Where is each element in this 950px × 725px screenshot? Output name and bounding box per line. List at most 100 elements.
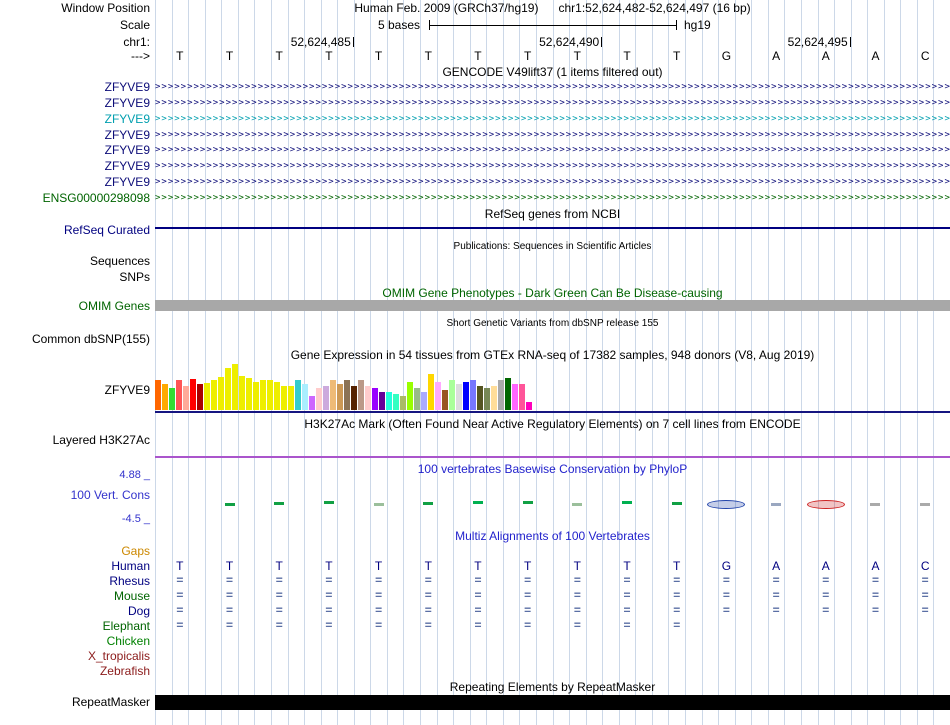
h3k27ac-track-label[interactable]: Layered H3K27Ac xyxy=(0,434,150,447)
omim-genes-label[interactable]: OMIM Genes xyxy=(0,300,150,313)
gene-model[interactable]: >>>>>>>>>>>>>>>>>>>>>>>>>>>>>>>>>>>>>>>>… xyxy=(155,160,950,173)
gtex-expression-bar[interactable] xyxy=(232,364,238,410)
species-label-zebrafish[interactable]: Zebrafish xyxy=(0,664,150,678)
gene-model[interactable]: >>>>>>>>>>>>>>>>>>>>>>>>>>>>>>>>>>>>>>>>… xyxy=(155,129,950,142)
species-label-gaps[interactable]: Gaps xyxy=(0,544,150,558)
gene-model[interactable]: >>>>>>>>>>>>>>>>>>>>>>>>>>>>>>>>>>>>>>>>… xyxy=(155,97,950,110)
species-label-chicken[interactable]: Chicken xyxy=(0,634,150,648)
alignment-gap-mark: = xyxy=(424,572,432,587)
gtex-expression-bar[interactable] xyxy=(435,382,441,410)
omim-track-title: OMIM Gene Phenotypes - Dark Green Can Be… xyxy=(382,286,723,300)
gtex-expression-bar[interactable] xyxy=(386,392,392,410)
refseq-curated-label[interactable]: RefSeq Curated xyxy=(0,224,150,237)
gtex-expression-bar[interactable] xyxy=(442,390,448,410)
gene-label[interactable]: ZFYVE9 xyxy=(0,160,150,173)
species-label-x-tropicalis[interactable]: X_tropicalis xyxy=(0,649,150,663)
gene-model[interactable]: >>>>>>>>>>>>>>>>>>>>>>>>>>>>>>>>>>>>>>>>… xyxy=(155,176,950,189)
gtex-expression-bar[interactable] xyxy=(505,378,511,410)
gtex-expression-bar[interactable] xyxy=(190,379,196,410)
gtex-expression-bar[interactable] xyxy=(449,380,455,410)
alignment-gap-mark: = xyxy=(226,587,234,602)
gtex-expression-bar[interactable] xyxy=(281,386,287,410)
gtex-expression-bar[interactable] xyxy=(470,380,476,410)
gtex-expression-bar[interactable] xyxy=(309,396,315,410)
gtex-expression-bar[interactable] xyxy=(211,380,217,410)
gene-label[interactable]: ENSG00000298098 xyxy=(0,192,150,205)
gene-label[interactable]: ZFYVE9 xyxy=(0,144,150,157)
gtex-expression-bar[interactable] xyxy=(498,380,504,410)
gtex-expression-bar[interactable] xyxy=(358,380,364,410)
gtex-expression-bar[interactable] xyxy=(225,368,231,410)
gtex-expression-bar[interactable] xyxy=(162,384,168,410)
gtex-expression-bar[interactable] xyxy=(295,380,301,410)
species-label-human[interactable]: Human xyxy=(0,559,150,573)
gtex-expression-bar[interactable] xyxy=(260,380,266,410)
alignment-gap-mark: = xyxy=(375,587,383,602)
gtex-expression-bar[interactable] xyxy=(323,386,329,410)
gtex-expression-bar[interactable] xyxy=(372,388,378,410)
gtex-expression-bar[interactable] xyxy=(477,386,483,410)
gtex-expression-bar[interactable] xyxy=(204,383,210,410)
conservation-track-label[interactable]: 100 Vert. Cons xyxy=(0,489,150,502)
gtex-gene-label[interactable]: ZFYVE9 xyxy=(0,384,150,397)
h3k27ac-signal[interactable] xyxy=(155,456,950,458)
gtex-expression-bar[interactable] xyxy=(218,377,224,410)
gtex-expression-bar[interactable] xyxy=(428,374,434,410)
species-label-rhesus[interactable]: Rhesus xyxy=(0,574,150,588)
gtex-expression-bar[interactable] xyxy=(267,380,273,410)
gtex-expression-bar[interactable] xyxy=(183,386,189,410)
gtex-expression-bar[interactable] xyxy=(302,384,308,410)
gtex-expression-bar[interactable] xyxy=(519,384,525,410)
gene-label[interactable]: ZFYVE9 xyxy=(0,96,150,110)
gtex-expression-bar[interactable] xyxy=(316,388,322,410)
gtex-expression-bar[interactable] xyxy=(344,380,350,410)
gtex-expression-bar[interactable] xyxy=(288,386,294,410)
gtex-expression-bar[interactable] xyxy=(330,380,336,410)
refseq-curated-item[interactable] xyxy=(155,227,950,229)
omim-gene-item[interactable] xyxy=(155,300,950,311)
repeatmasker-label[interactable]: RepeatMasker xyxy=(0,696,150,709)
gene-model[interactable]: >>>>>>>>>>>>>>>>>>>>>>>>>>>>>>>>>>>>>>>>… xyxy=(155,192,950,205)
gtex-expression-bar[interactable] xyxy=(512,384,518,410)
gene-model[interactable]: >>>>>>>>>>>>>>>>>>>>>>>>>>>>>>>>>>>>>>>>… xyxy=(155,113,950,126)
gtex-expression-bar[interactable] xyxy=(274,382,280,410)
gene-label[interactable]: ZFYVE9 xyxy=(0,81,150,94)
alignment-gap-mark: = xyxy=(176,617,184,632)
snps-track-label[interactable]: SNPs xyxy=(0,271,150,284)
gtex-expression-bar[interactable] xyxy=(197,384,203,410)
gtex-expression-bar[interactable] xyxy=(239,376,245,410)
gtex-expression-bar[interactable] xyxy=(456,384,462,410)
gene-model[interactable]: >>>>>>>>>>>>>>>>>>>>>>>>>>>>>>>>>>>>>>>>… xyxy=(155,144,950,157)
gtex-expression-bar[interactable] xyxy=(400,396,406,410)
gtex-expression-bar[interactable] xyxy=(246,378,252,410)
gene-label[interactable]: ZFYVE9 xyxy=(0,176,150,189)
gtex-expression-bar[interactable] xyxy=(176,380,182,410)
gtex-expression-bar[interactable] xyxy=(169,388,175,410)
gtex-expression-bar[interactable] xyxy=(463,382,469,410)
gtex-expression-bar[interactable] xyxy=(155,380,161,410)
gtex-expression-bar[interactable] xyxy=(253,382,259,410)
gtex-expression-bar[interactable] xyxy=(365,386,371,410)
alignment-gap-mark: = xyxy=(871,572,879,587)
species-label-elephant[interactable]: Elephant xyxy=(0,619,150,633)
gene-label[interactable]: ZFYVE9 xyxy=(0,128,150,142)
sequence-base: T xyxy=(275,49,283,63)
sequences-track-label[interactable]: Sequences xyxy=(0,255,150,268)
gtex-expression-bar[interactable] xyxy=(421,392,427,410)
gtex-expression-bar[interactable] xyxy=(526,402,532,410)
repeatmasker-item[interactable] xyxy=(155,695,950,710)
gene-label[interactable]: ZFYVE9 xyxy=(0,112,150,126)
alignment-gap-mark: = xyxy=(375,602,383,617)
gtex-expression-bar[interactable] xyxy=(393,394,399,410)
gtex-expression-bar[interactable] xyxy=(337,384,343,410)
gtex-expression-bar[interactable] xyxy=(407,382,413,410)
gene-model[interactable]: >>>>>>>>>>>>>>>>>>>>>>>>>>>>>>>>>>>>>>>>… xyxy=(155,81,950,94)
gtex-expression-bar[interactable] xyxy=(484,388,490,410)
gtex-expression-bar[interactable] xyxy=(414,388,420,410)
gtex-expression-bar[interactable] xyxy=(491,386,497,410)
dbsnp-track-label[interactable]: Common dbSNP(155) xyxy=(0,333,150,346)
species-label-mouse[interactable]: Mouse xyxy=(0,589,150,603)
species-label-dog[interactable]: Dog xyxy=(0,604,150,618)
gtex-expression-bar[interactable] xyxy=(379,392,385,410)
gtex-expression-bar[interactable] xyxy=(351,386,357,410)
